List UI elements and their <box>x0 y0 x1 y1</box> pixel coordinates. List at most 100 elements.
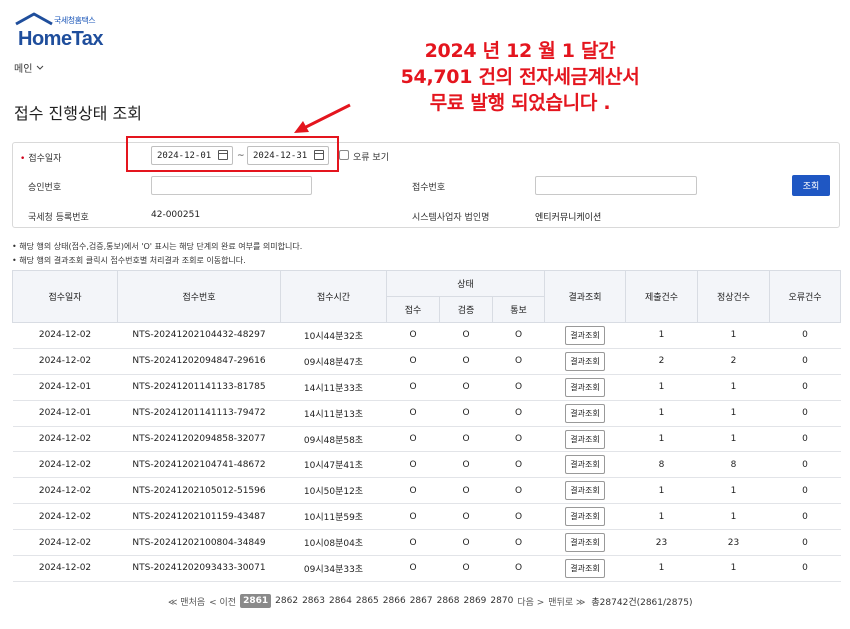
cell-status-receive: O <box>386 477 440 505</box>
cell-status-receive: O <box>386 348 440 375</box>
cell-status-verify: O <box>439 348 493 375</box>
cell-status-receive: O <box>386 426 440 453</box>
cell-result: 결과조회 <box>544 503 626 531</box>
result-view-button[interactable]: 결과조회 <box>565 429 605 449</box>
cell-result: 결과조회 <box>544 555 626 582</box>
cell-normal: 1 <box>697 322 770 349</box>
notes: • 해당 행의 상태(접수,검증,통보)에서 'O' 표시는 해당 단계의 완료… <box>12 240 302 268</box>
cell-status-notify: O <box>492 348 545 375</box>
cell-status-notify: O <box>492 477 545 505</box>
pager-page-link[interactable]: 2864 <box>329 596 352 606</box>
cell-status-notify: O <box>492 322 545 349</box>
receipt-number-input[interactable] <box>535 176 697 195</box>
error-only-checkbox[interactable] <box>339 150 349 160</box>
table-row: 2024-12-02 NTS-20241202104432-48297 10시44분… <box>12 322 841 349</box>
pager-page-link[interactable]: 2870 <box>490 596 513 606</box>
table-row: 2024-12-02 NTS-20241202094858-32077 09시48분… <box>12 426 841 453</box>
result-view-button[interactable]: 결과조회 <box>565 507 605 527</box>
cell-status-receive: O <box>386 374 440 401</box>
pager-page-link[interactable]: 2866 <box>383 596 406 606</box>
cell-normal: 1 <box>697 503 770 531</box>
cell-time: 14시11분13초 <box>280 400 387 427</box>
cell-error: 0 <box>769 348 841 375</box>
search-button[interactable]: 조회 <box>792 175 830 196</box>
cell-normal: 1 <box>697 477 770 505</box>
pager-next[interactable]: 다음 > <box>517 595 544 608</box>
cell-receipt-no: NTS-20241202100804-34849 <box>117 529 281 557</box>
annotation-arrow-icon <box>294 103 351 133</box>
cell-time: 10시47분41초 <box>280 451 387 479</box>
col-header-submitted: 제출건수 <box>625 270 699 323</box>
col-header-status: 상태 <box>385 270 546 297</box>
menu-label: 메인 <box>14 64 33 75</box>
cell-receipt-no: NTS-20241202105012-51596 <box>117 477 281 505</box>
cell-date: 2024-12-02 <box>12 555 118 582</box>
cell-error: 0 <box>769 451 841 479</box>
col-header-receipt-no: 접수번호 <box>117 270 281 323</box>
cell-submitted: 1 <box>625 426 698 453</box>
table-row: 2024-12-01 NTS-20241201141133-81785 14시11분… <box>12 374 841 401</box>
result-view-button[interactable]: 결과조회 <box>565 481 605 501</box>
hometax-logo[interactable]: 국세청홈택스 HomeTax <box>14 10 114 50</box>
cell-status-verify: O <box>439 400 493 427</box>
result-view-button[interactable]: 결과조회 <box>565 558 605 578</box>
pager-page-link[interactable]: 2865 <box>356 596 379 606</box>
col-header-date: 접수일자 <box>12 270 118 323</box>
cell-result: 결과조회 <box>544 400 626 427</box>
cell-error: 0 <box>769 529 841 557</box>
cell-submitted: 1 <box>625 503 698 531</box>
cell-date: 2024-12-01 <box>12 400 118 427</box>
cell-receipt-no: NTS-20241201141133-81785 <box>117 374 281 401</box>
cell-time: 14시11분33초 <box>280 374 387 401</box>
result-view-button[interactable]: 결과조회 <box>565 403 605 423</box>
result-view-button[interactable]: 결과조회 <box>565 533 605 553</box>
chevron-down-icon <box>37 65 44 70</box>
col-header-time: 접수시간 <box>280 270 387 323</box>
pager-page-link[interactable]: 2869 <box>464 596 487 606</box>
sys-provider-label: 시스템사업자 법인명 <box>412 213 490 223</box>
pager-page-link[interactable]: 2868 <box>437 596 460 606</box>
result-view-button[interactable]: 결과조회 <box>565 351 605 371</box>
logo-subtitle: 국세청홈택스 <box>54 16 96 25</box>
cell-time: 10시44분32초 <box>280 322 387 349</box>
cell-status-receive: O <box>386 529 440 557</box>
cell-result: 결과조회 <box>544 477 626 505</box>
col-header-status-receive: 접수 <box>386 296 440 323</box>
cell-status-notify: O <box>492 400 545 427</box>
result-view-button[interactable]: 결과조회 <box>565 455 605 475</box>
result-view-button[interactable]: 결과조회 <box>565 325 605 345</box>
cell-error: 0 <box>769 555 841 582</box>
approval-number-input[interactable] <box>151 176 312 195</box>
cell-status-verify: O <box>439 374 493 401</box>
pager-page-link[interactable]: 2863 <box>302 596 325 606</box>
table-row: 2024-12-02 NTS-20241202105012-51596 10시50분… <box>12 477 841 505</box>
cell-submitted: 1 <box>625 374 698 401</box>
table-row: 2024-12-02 NTS-20241202093433-30071 09시34분… <box>12 555 841 582</box>
nts-reg-value: 42-000251 <box>151 210 201 220</box>
cell-date: 2024-12-02 <box>12 322 118 349</box>
cell-result: 결과조회 <box>544 322 626 349</box>
cell-status-notify: O <box>492 426 545 453</box>
cell-status-notify: O <box>492 529 545 557</box>
pager-page-link[interactable]: 2867 <box>410 596 433 606</box>
cell-time: 10시08분04초 <box>280 529 387 557</box>
pager-last[interactable]: 맨뒤로 ≫ <box>548 595 585 608</box>
col-header-error: 오류건수 <box>769 270 842 323</box>
pager-page-link[interactable]: 2862 <box>275 596 298 606</box>
promo-annotation: 2024 년 12 월 1 달간 54,701 건의 전자세금계산서 무료 발행… <box>330 38 710 116</box>
cell-date: 2024-12-02 <box>12 451 118 479</box>
pager-prev[interactable]: < 이전 <box>209 595 236 608</box>
receipt-status-table: 접수일자 접수번호 접수시간 상태 결과조회 제출건수 정상건수 오류건수 접수… <box>12 270 842 582</box>
cell-submitted: 1 <box>625 477 698 505</box>
result-view-button[interactable]: 결과조회 <box>565 377 605 397</box>
cell-result: 결과조회 <box>544 374 626 401</box>
main-menu[interactable]: 메인 <box>14 60 44 75</box>
cell-status-notify: O <box>492 555 545 582</box>
cell-normal: 23 <box>697 529 770 557</box>
logo-title: HomeTax <box>18 28 104 50</box>
cell-error: 0 <box>769 477 841 505</box>
pager-first[interactable]: ≪ 맨처음 <box>168 595 205 608</box>
cell-normal: 1 <box>697 374 770 401</box>
cell-date: 2024-12-02 <box>12 503 118 531</box>
cell-status-notify: O <box>492 451 545 479</box>
